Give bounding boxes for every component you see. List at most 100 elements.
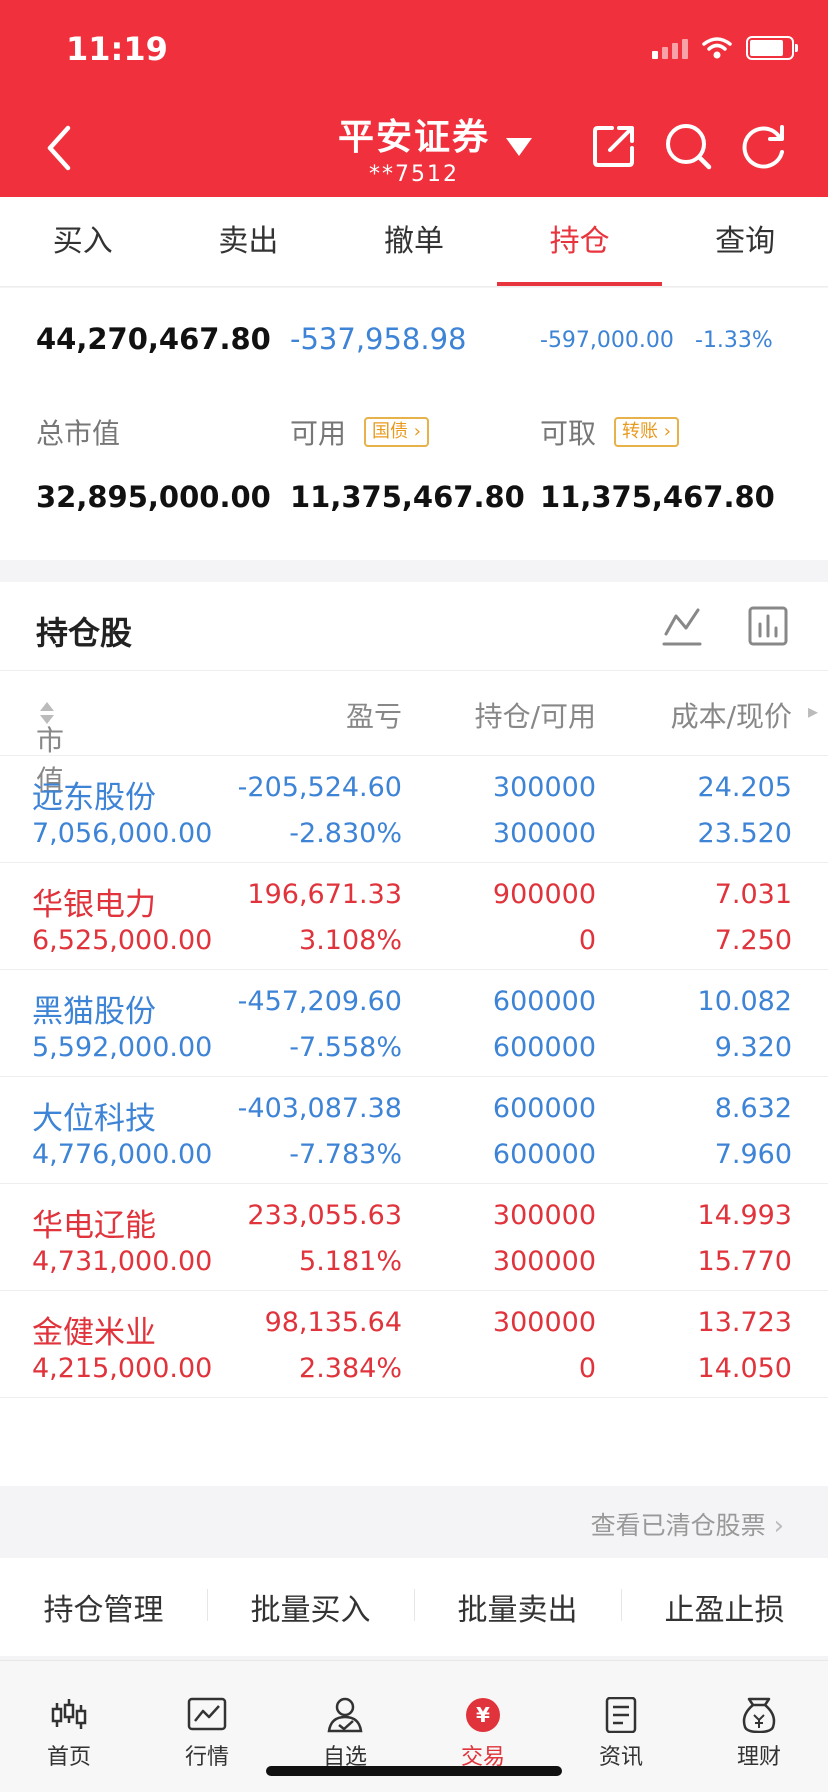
stock-pl: 233,055.63 (247, 1200, 402, 1231)
stock-cost: 24.205 (697, 772, 792, 803)
table-row[interactable]: 华银电力 6,525,000.00 196,671.33 3.108% 900000 0 7… (0, 863, 828, 970)
search-icon[interactable] (664, 122, 712, 170)
stock-market-value: 6,525,000.00 (32, 925, 213, 956)
stock-pl-pct: -2.830% (289, 818, 402, 849)
col-pl: 盈亏 (345, 700, 402, 733)
available-label: 可用 国债 › (290, 412, 429, 452)
stock-pl: -205,524.60 (237, 772, 402, 803)
stock-market-value: 7,056,000.00 (32, 818, 213, 849)
stock-name: 黑猫股份 (32, 994, 156, 1030)
nav-home[interactable]: 首页 (0, 1661, 138, 1792)
stock-price: 23.520 (697, 818, 792, 849)
stock-name: 大位科技 (32, 1101, 156, 1137)
stock-available: 300000 (492, 1246, 596, 1277)
stock-pl: -403,087.38 (237, 1093, 402, 1124)
stock-name: 华银电力 (32, 887, 156, 923)
line-chart-icon[interactable] (660, 604, 704, 648)
stock-available: 0 (578, 925, 596, 956)
stock-pl-pct: 5.181% (299, 1246, 402, 1277)
svg-text:¥: ¥ (476, 1703, 490, 1727)
cleared-stocks-link[interactable]: 查看已清仓股票 › (591, 1506, 784, 1542)
stop-profit-loss-button[interactable]: 止盈止损 (621, 1585, 828, 1629)
trade-tabs: 买入 卖出 撤单 持仓 查询 (0, 197, 828, 287)
nav-finance[interactable]: 理财 (690, 1661, 828, 1792)
batch-buy-button[interactable]: 批量买入 (207, 1585, 414, 1629)
table-row[interactable]: 黑猫股份 5,592,000.00 -457,209.60 -7.558% 600000… (0, 970, 828, 1077)
stock-available: 0 (578, 1353, 596, 1384)
money-bag-icon (742, 1697, 776, 1733)
stock-price: 15.770 (697, 1246, 792, 1277)
holdings-section: 持仓股 市值 盈亏 持仓/可用 成本/现价 ▸ 远东股份 7,056,000.00… (0, 582, 828, 1486)
scroll-right-icon[interactable]: ▸ (808, 699, 818, 723)
position-actions: 持仓管理 批量买入 批量卖出 止盈止损 (0, 1558, 828, 1656)
tab-sell[interactable]: 卖出 (166, 197, 332, 286)
sort-market-value[interactable]: 市值 (36, 695, 64, 797)
table-row[interactable]: 远东股份 7,056,000.00 -205,524.60 -2.830% 300000… (0, 756, 828, 863)
nav-market[interactable]: 行情 (138, 1661, 276, 1792)
stock-pl: 98,135.64 (264, 1307, 402, 1338)
table-row[interactable]: 大位科技 4,776,000.00 -403,087.38 -7.783% 600000… (0, 1077, 828, 1184)
stock-price: 7.960 (714, 1139, 792, 1170)
battery-icon (746, 36, 798, 60)
stock-position: 900000 (492, 879, 596, 910)
col-position: 持仓/可用 (474, 700, 596, 733)
status-icons (652, 36, 798, 60)
stock-position: 600000 (492, 1093, 596, 1124)
account-summary: 44,270,467.80 -537,958.98 -597,000.00 -1… (0, 288, 828, 560)
status-time: 11:19 (66, 30, 168, 68)
stock-position: 600000 (492, 986, 596, 1017)
stock-available: 600000 (492, 1139, 596, 1170)
caret-down-icon[interactable] (506, 138, 532, 156)
bar-chart-icon[interactable] (746, 604, 790, 648)
manage-positions-button[interactable]: 持仓管理 (0, 1585, 207, 1629)
refresh-icon[interactable] (740, 122, 788, 170)
share-icon[interactable] (590, 122, 638, 170)
stock-price: 9.320 (714, 1032, 792, 1063)
tab-query[interactable]: 查询 (662, 197, 828, 286)
market-value: 32,895,000.00 (36, 480, 271, 514)
stock-name: 金健米业 (32, 1315, 156, 1351)
stock-position: 300000 (492, 1307, 596, 1338)
stock-market-value: 4,731,000.00 (32, 1246, 213, 1277)
withdrawable-label: 可取 转账 › (540, 412, 679, 452)
stock-position: 300000 (492, 772, 596, 803)
tab-buy[interactable]: 买入 (0, 197, 166, 286)
stock-available: 300000 (492, 818, 596, 849)
stock-market-value: 4,776,000.00 (32, 1139, 213, 1170)
floating-pl: -537,958.98 (290, 322, 467, 356)
holdings-column-header: 市值 盈亏 持仓/可用 成本/现价 ▸ (0, 670, 828, 797)
stock-position: 300000 (492, 1200, 596, 1231)
stock-market-value: 5,592,000.00 (32, 1032, 213, 1063)
signal-icon (652, 37, 688, 59)
today-pl: -597,000.00 (540, 328, 674, 353)
total-assets: 44,270,467.80 (36, 322, 271, 356)
stock-pl-pct: -7.783% (289, 1139, 402, 1170)
stock-market-value: 4,215,000.00 (32, 1353, 213, 1384)
withdrawable-funds: 11,375,467.80 (540, 480, 775, 514)
stock-pl-pct: -7.558% (289, 1032, 402, 1063)
table-row[interactable]: 金健米业 4,215,000.00 98,135.64 2.384% 300000 0 13… (0, 1291, 828, 1398)
transfer-tag-button[interactable]: 转账 › (614, 417, 679, 447)
user-check-icon (327, 1697, 363, 1733)
holdings-title: 持仓股 (36, 614, 133, 652)
cleared-section: 查看已清仓股票 › (0, 1486, 828, 1558)
app-header: 11:19 平安证券 **7512 (0, 0, 828, 197)
available-funds: 11,375,467.80 (290, 480, 525, 514)
stock-name: 华电辽能 (32, 1208, 156, 1244)
tab-positions[interactable]: 持仓 (496, 197, 663, 286)
nav-news[interactable]: 资讯 (552, 1661, 690, 1792)
batch-sell-button[interactable]: 批量卖出 (414, 1585, 621, 1629)
stock-cost: 7.031 (714, 879, 792, 910)
today-pl-pct: -1.33% (695, 328, 773, 353)
stock-price: 14.050 (697, 1353, 792, 1384)
stock-pl-pct: 2.384% (299, 1353, 402, 1384)
stock-name: 远东股份 (32, 780, 156, 816)
wifi-icon (702, 37, 732, 59)
home-indicator (266, 1766, 562, 1776)
bond-tag-button[interactable]: 国债 › (364, 417, 429, 447)
yuan-icon: ¥ (466, 1698, 500, 1732)
stock-pl: 196,671.33 (247, 879, 402, 910)
tab-cancel[interactable]: 撤单 (331, 197, 497, 286)
stock-pl-pct: 3.108% (299, 925, 402, 956)
table-row[interactable]: 华电辽能 4,731,000.00 233,055.63 5.181% 300000 30… (0, 1184, 828, 1291)
